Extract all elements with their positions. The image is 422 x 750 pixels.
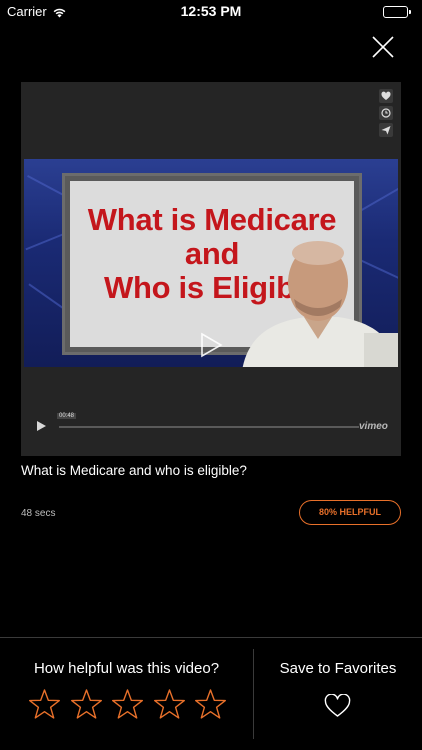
star-icon-2[interactable] xyxy=(70,688,103,721)
star-icon-5[interactable] xyxy=(194,688,227,721)
status-time: 12:53 PM xyxy=(180,3,242,19)
video-frame: What is Medicare and Who is Eligible xyxy=(24,159,398,367)
vimeo-logo: vimeo xyxy=(359,421,388,432)
play-icon[interactable] xyxy=(35,420,47,432)
star-icon-4[interactable] xyxy=(153,688,186,721)
progress-bar[interactable] xyxy=(59,426,359,428)
battery-icon xyxy=(383,6,412,18)
presenter-figure xyxy=(242,241,398,367)
heart-icon[interactable] xyxy=(379,89,393,103)
star-icon-1[interactable] xyxy=(28,688,61,721)
time-badge: 00:48 xyxy=(57,413,77,419)
video-title: What is Medicare and who is eligible? xyxy=(21,463,247,478)
send-icon[interactable] xyxy=(379,123,393,137)
bottom-panel: How helpful was this video? Save to Favo… xyxy=(0,637,422,750)
favorites-label: Save to Favorites xyxy=(279,660,397,677)
video-controls: 00:48 vimeo xyxy=(27,413,395,438)
helpful-badge[interactable]: 80% HELPFUL xyxy=(299,500,401,525)
video-duration: 48 secs xyxy=(21,508,56,519)
status-bar: Carrier 12:53 PM xyxy=(0,0,422,22)
clock-icon[interactable] xyxy=(379,106,393,120)
star-icon-3[interactable] xyxy=(111,688,144,721)
star-rating xyxy=(28,688,228,722)
save-favorite-button[interactable] xyxy=(324,693,351,718)
video-side-icons xyxy=(379,89,393,140)
heart-outline-icon xyxy=(324,693,351,717)
video-player[interactable]: What is Medicare and Who is Eligible 00:… xyxy=(21,82,401,456)
close-button[interactable] xyxy=(368,32,398,62)
close-icon xyxy=(372,36,394,58)
rating-prompt: How helpful was this video? xyxy=(33,660,220,677)
play-overlay-icon[interactable] xyxy=(198,331,224,359)
